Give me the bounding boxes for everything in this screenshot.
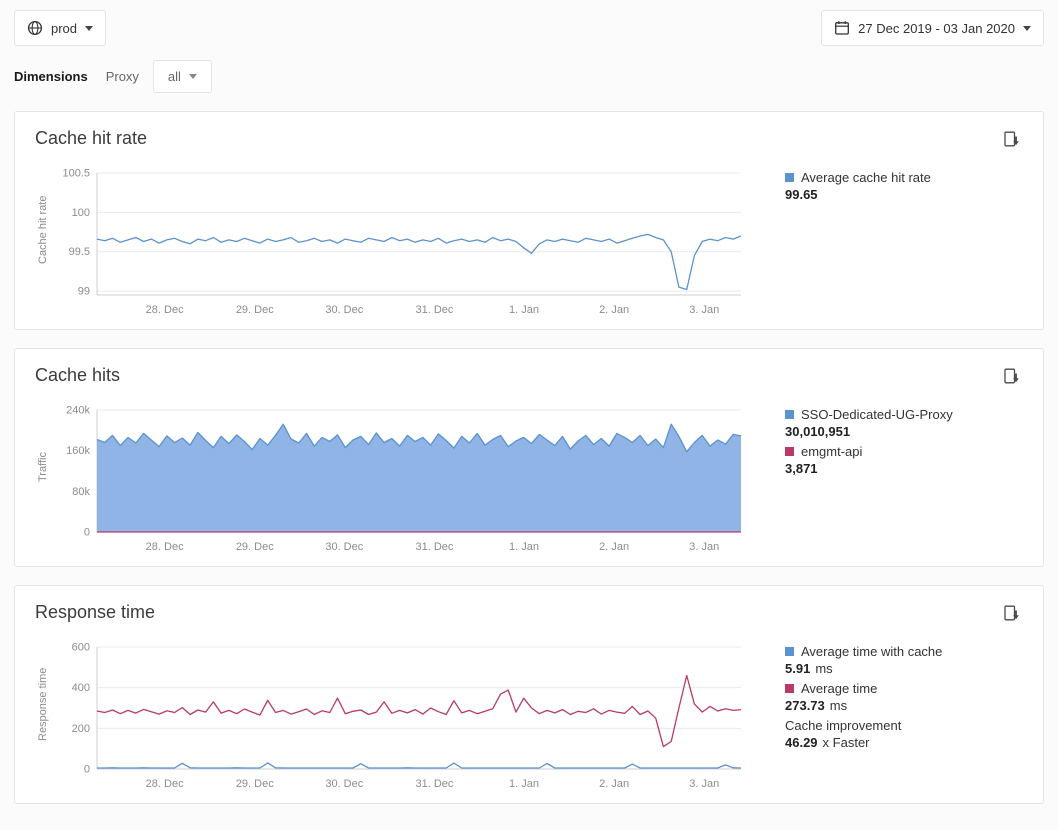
legend-swatch (785, 647, 794, 656)
svg-text:100.5: 100.5 (62, 168, 90, 180)
cache-hit-rate-card: Cache hit rate Cache hit rate 99 99.5 100 1… (14, 111, 1044, 330)
dimensions-bar: Dimensions Proxy all (14, 60, 1044, 93)
svg-text:3. Jan: 3. Jan (689, 304, 719, 316)
svg-text:31. Dec: 31. Dec (415, 304, 453, 316)
legend-label: Average cache hit rate (801, 169, 931, 186)
legend-value: 30,010,951 (785, 423, 985, 440)
svg-text:240k: 240k (66, 405, 90, 417)
caret-down-icon (1023, 26, 1031, 31)
legend-item: emgmt-api3,871 (785, 443, 985, 477)
cache-hits-card: Cache hits Traffic 0 80k 160k 240k 28. Dec 29… (14, 348, 1044, 567)
caret-down-icon (85, 26, 93, 31)
date-range-picker[interactable]: 27 Dec 2019 - 03 Jan 2020 (821, 10, 1044, 46)
svg-text:99: 99 (78, 286, 90, 298)
chart-legend: Average time with cache5.91msAverage tim… (785, 639, 985, 793)
svg-text:28. Dec: 28. Dec (146, 304, 184, 316)
legend-label: Average time (801, 680, 877, 697)
export-report-button[interactable] (1000, 602, 1023, 625)
svg-text:29. Dec: 29. Dec (236, 778, 274, 790)
response-time-chart[interactable]: 0 200 400 600 28. Dec 29. Dec 30. Dec 31. Dec 1.… (51, 639, 751, 793)
svg-text:100: 100 (72, 207, 90, 219)
svg-text:28. Dec: 28. Dec (146, 541, 184, 553)
legend-item: Average cache hit rate99.65 (785, 169, 985, 203)
dimension-name-label: Proxy (106, 69, 139, 84)
svg-text:31. Dec: 31. Dec (415, 541, 453, 553)
svg-text:30. Dec: 30. Dec (325, 778, 363, 790)
svg-text:2. Jan: 2. Jan (599, 541, 629, 553)
svg-text:3. Jan: 3. Jan (689, 778, 719, 790)
svg-text:99.5: 99.5 (69, 246, 90, 258)
legend-item: SSO-Dedicated-UG-Proxy30,010,951 (785, 406, 985, 440)
legend-label: Average time with cache (801, 643, 942, 660)
cache-hits-chart[interactable]: 0 80k 160k 240k 28. Dec 29. Dec 30. Dec 31. Dec… (51, 402, 751, 556)
svg-text:1. Jan: 1. Jan (509, 541, 539, 553)
export-report-icon (1002, 367, 1021, 386)
legend-label: emgmt-api (801, 443, 862, 460)
svg-text:28. Dec: 28. Dec (146, 778, 184, 790)
dimension-value-dropdown[interactable]: all (153, 60, 212, 93)
legend-label: SSO-Dedicated-UG-Proxy (801, 406, 953, 423)
y-axis-title: Cache hit rate (35, 169, 51, 291)
legend-value: 46.29x Faster (785, 734, 985, 751)
svg-text:30. Dec: 30. Dec (325, 541, 363, 553)
svg-text:30. Dec: 30. Dec (325, 304, 363, 316)
svg-text:160k: 160k (66, 445, 90, 457)
svg-text:29. Dec: 29. Dec (236, 541, 274, 553)
legend-swatch (785, 684, 794, 693)
svg-text:29. Dec: 29. Dec (236, 304, 274, 316)
export-report-icon (1002, 604, 1021, 623)
chart-legend: SSO-Dedicated-UG-Proxy30,010,951emgmt-ap… (785, 402, 985, 556)
legend-label: Cache improvement (785, 717, 901, 734)
svg-text:1. Jan: 1. Jan (509, 304, 539, 316)
export-report-button[interactable] (1000, 365, 1023, 388)
response-time-card: Response time Response time 0 200 400 600 28… (14, 585, 1044, 804)
svg-text:400: 400 (72, 682, 90, 694)
legend-value: 99.65 (785, 186, 985, 203)
caret-down-icon (189, 74, 197, 79)
svg-text:600: 600 (72, 642, 90, 654)
y-axis-title: Traffic (35, 406, 51, 528)
y-axis-title: Response time (35, 643, 51, 765)
export-report-button[interactable] (1000, 128, 1023, 151)
chart-legend: Average cache hit rate99.65 (785, 165, 985, 319)
card-title: Response time (35, 602, 155, 623)
legend-item: Average time273.73ms (785, 680, 985, 714)
svg-text:80k: 80k (72, 486, 90, 498)
legend-item: Average time with cache5.91ms (785, 643, 985, 677)
legend-item: Cache improvement46.29x Faster (785, 717, 985, 751)
legend-swatch (785, 173, 794, 182)
export-report-icon (1002, 130, 1021, 149)
svg-text:0: 0 (84, 764, 90, 776)
environment-selector[interactable]: prod (14, 10, 106, 46)
svg-text:2. Jan: 2. Jan (599, 304, 629, 316)
card-title: Cache hits (35, 365, 120, 386)
dimensions-label: Dimensions (14, 69, 88, 84)
legend-swatch (785, 447, 794, 456)
topbar: prod 27 Dec 2019 - 03 Jan 2020 (14, 10, 1044, 46)
environment-label: prod (51, 21, 77, 36)
card-title: Cache hit rate (35, 128, 147, 149)
legend-value: 273.73ms (785, 697, 985, 714)
svg-text:0: 0 (84, 527, 90, 539)
cache-performance-page: prod 27 Dec 2019 - 03 Jan 2020 Dimension… (0, 0, 1058, 814)
legend-value: 5.91ms (785, 660, 985, 677)
legend-swatch (785, 410, 794, 419)
globe-icon (27, 20, 43, 36)
svg-text:1. Jan: 1. Jan (509, 778, 539, 790)
svg-text:2. Jan: 2. Jan (599, 778, 629, 790)
svg-text:3. Jan: 3. Jan (689, 541, 719, 553)
svg-text:200: 200 (72, 723, 90, 735)
dimension-value-label: all (168, 69, 181, 84)
date-range-label: 27 Dec 2019 - 03 Jan 2020 (858, 21, 1015, 36)
calendar-icon (834, 20, 850, 36)
legend-value: 3,871 (785, 460, 985, 477)
cache-hit-rate-chart[interactable]: 99 99.5 100 100.5 28. Dec 29. Dec 30. Dec 31. D… (51, 165, 751, 319)
svg-text:31. Dec: 31. Dec (415, 778, 453, 790)
